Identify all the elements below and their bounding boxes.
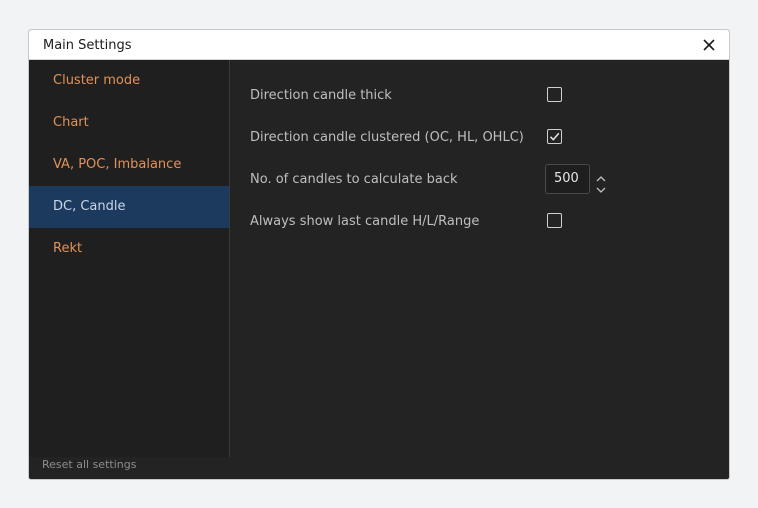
chevron-down-icon[interactable] [595,180,607,193]
sidebar-item-chart[interactable]: Chart [29,102,229,144]
main-settings-dialog: Main Settings Cluster mode Chart VA, POC… [28,29,730,480]
direction-candle-thick-label: Direction candle thick [250,88,392,103]
reset-all-settings-link[interactable]: Reset all settings [42,458,136,471]
sidebar-item-rekt[interactable]: Rekt [29,228,229,270]
candles-back-label: No. of candles to calculate back [250,172,458,187]
sidebar-item-va-poc-imbalance[interactable]: VA, POC, Imbalance [29,144,229,186]
sidebar-item-dc-candle[interactable]: DC, Candle [29,186,229,228]
dialog-titlebar: Main Settings [29,30,729,60]
always-show-last-candle-checkbox[interactable] [547,213,562,228]
candles-back-input[interactable]: 500 [545,164,590,194]
direction-candle-clustered-label: Direction candle clustered (OC, HL, OHLC… [250,130,524,145]
always-show-last-candle-label: Always show last candle H/L/Range [250,214,480,229]
chevron-up-icon[interactable] [595,169,607,182]
checkmark-icon [549,132,560,141]
direction-candle-thick-checkbox[interactable] [547,87,562,102]
direction-candle-clustered-checkbox[interactable] [547,129,562,144]
dialog-title: Main Settings [43,38,132,53]
settings-sidebar: Cluster mode Chart VA, POC, Imbalance DC… [29,60,230,471]
sidebar-item-cluster-mode[interactable]: Cluster mode [29,60,229,102]
close-icon[interactable] [699,35,719,55]
